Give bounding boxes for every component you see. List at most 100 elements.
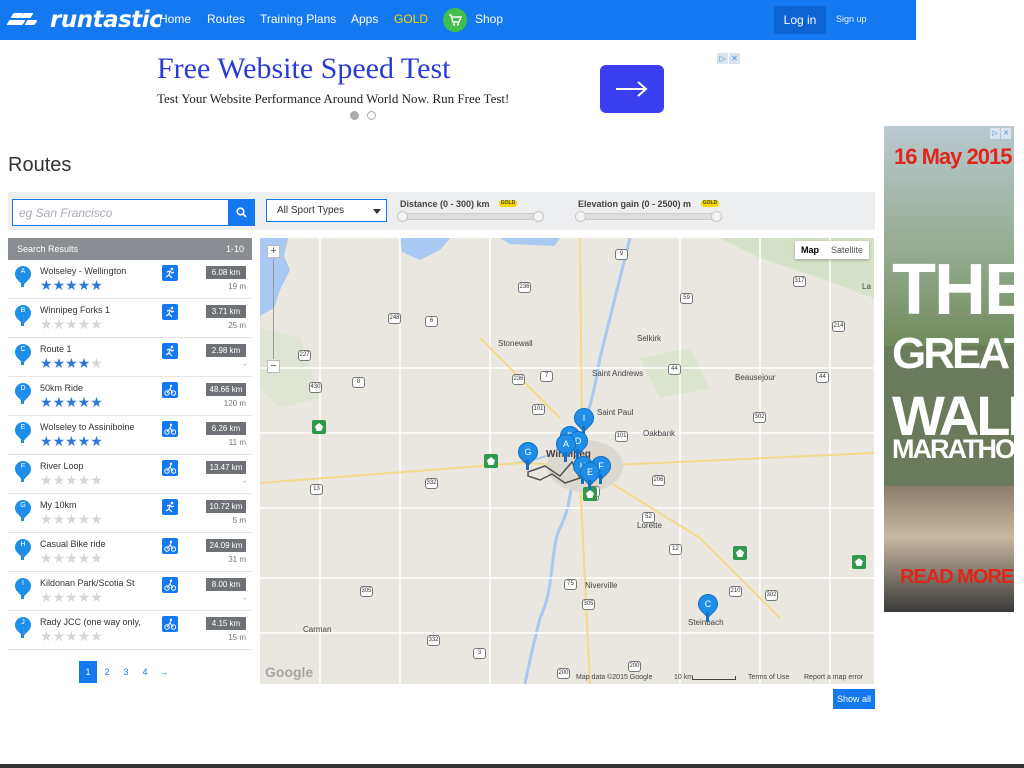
map-pin-tail [21, 320, 24, 326]
route-row[interactable]: D 50km Ride ★ ★ ★ ★ ★ 48.66 km 120 m [8, 377, 252, 416]
star-icon: ★ [90, 316, 103, 332]
nav-training-plans[interactable]: Training Plans [260, 12, 336, 26]
route-row[interactable]: H Casual Bike ride ★ ★ ★ ★ ★ 24.09 km 31 m [8, 533, 252, 572]
signup-link[interactable]: Sign up [836, 14, 867, 24]
sport-type-select[interactable]: All Sport Types [266, 199, 387, 222]
nav-shop[interactable]: Shop [475, 12, 503, 26]
login-button[interactable]: Log in [774, 6, 826, 34]
nav-gold[interactable]: GOLD [394, 12, 428, 26]
carousel-dot[interactable] [367, 111, 376, 120]
ad-arrow-button[interactable] [600, 65, 664, 113]
zoom-out-button[interactable]: − [267, 360, 280, 373]
side-ad-banner[interactable]: 16 May 2015 THE GREAT WALL MARATHON READ… [884, 126, 1014, 612]
ad-subtitle[interactable]: Test Your Website Performance Around Wor… [157, 91, 509, 107]
route-distance: 2.98 km [206, 344, 246, 357]
star-icon: ★ [90, 355, 103, 371]
zoom-in-button[interactable]: + [267, 245, 280, 258]
route-elevation: 5 m [232, 516, 246, 525]
ad-title[interactable]: Free Website Speed Test [157, 52, 450, 86]
page-2[interactable]: 2 [98, 661, 116, 683]
star-icon: ★ [52, 355, 66, 371]
route-row[interactable]: I Kildonan Park/Scotia St ★ ★ ★ ★ ★ 8.00 km - [8, 572, 252, 611]
map-type-map[interactable]: Map [795, 241, 825, 259]
route-name[interactable]: My 10km [40, 500, 77, 510]
runtastic-logo[interactable]: runtastic [6, 7, 163, 33]
route-name[interactable]: Rady JCC (one way only, [40, 617, 141, 627]
show-all-button[interactable]: Show all [833, 689, 875, 709]
terms-link[interactable]: Terms of Use [748, 674, 789, 681]
page-next[interactable]: → [155, 661, 173, 683]
map-pin-tail [21, 554, 24, 560]
star-icon: ★ [65, 511, 78, 527]
carousel-dot[interactable] [350, 111, 359, 120]
zoom-rail[interactable] [273, 259, 274, 359]
route-name[interactable]: 50km Ride [40, 383, 83, 393]
route-elevation: 19 m [228, 282, 246, 291]
slider-handle-max[interactable] [711, 211, 722, 222]
results-header: Search Results 1-10 [8, 238, 252, 260]
route-name[interactable]: Route 1 [40, 344, 72, 354]
map-pin-tail [21, 515, 24, 521]
road-shield: 210 [729, 586, 742, 597]
cycling-icon [162, 460, 178, 476]
route-row[interactable]: E Wolseley to Assiniboine ★ ★ ★ ★ ★ 6.26 km 11 m [8, 416, 252, 455]
search-input[interactable] [13, 200, 228, 225]
route-name[interactable]: Wolseley to Assiniboine [40, 422, 134, 432]
page-1[interactable]: 1 [79, 661, 97, 683]
nav-home[interactable]: Home [159, 12, 191, 26]
ad-choices[interactable]: ▷ ✕ [990, 128, 1012, 139]
map-footer: Map data ©2015 Google 10 km Terms of Use… [260, 670, 874, 684]
route-name[interactable]: River Loop [40, 461, 84, 471]
star-icon: ★ [90, 472, 103, 488]
route-row[interactable]: B Winnipeg Forks 1 ★ ★ ★ ★ ★ 3.71 km 25 m [8, 299, 252, 338]
map-scale-bar [692, 676, 736, 680]
star-icon: ★ [90, 511, 103, 527]
route-name[interactable]: Kildonan Park/Scotia St [40, 578, 135, 588]
footer-edge [0, 764, 1024, 768]
star-icon: ★ [52, 277, 66, 293]
route-name[interactable]: Wolseley - Wellington [40, 266, 126, 276]
star-icon: ★ [65, 589, 78, 605]
slider-handle-min[interactable] [397, 211, 408, 222]
slider-handle-max[interactable] [533, 211, 544, 222]
road-shield: 302 [765, 590, 778, 601]
ad-choices[interactable]: ▷ ✕ [717, 53, 741, 64]
elevation-slider[interactable] [575, 211, 722, 222]
shopping-cart-icon[interactable] [443, 8, 467, 32]
star-icon: ★ [77, 394, 91, 410]
route-row[interactable]: G My 10km ★ ★ ★ ★ ★ 10.72 km 5 m [8, 494, 252, 533]
ad-read-more[interactable]: READ MORE [900, 566, 1014, 589]
route-row[interactable]: F River Loop ★ ★ ★ ★ ★ 13.47 km - [8, 455, 252, 494]
route-name[interactable]: Casual Bike ride [40, 539, 106, 549]
route-elevation: - [243, 594, 246, 603]
road-shield: 101 [532, 404, 545, 415]
road-shield: 227 [298, 350, 311, 361]
route-row[interactable]: J Rady JCC (one way only, ★ ★ ★ ★ ★ 4.15 km 15 m [8, 611, 252, 650]
star-icon: ★ [52, 394, 66, 410]
page-4[interactable]: 4 [136, 661, 154, 683]
pagination: 1 2 3 4 → [79, 661, 173, 683]
distance-slider[interactable] [397, 211, 544, 222]
route-map[interactable]: Stonewall Selkirk Saint Andrews Beausejo… [260, 238, 874, 684]
road-shield: 13 [310, 484, 323, 495]
route-name[interactable]: Winnipeg Forks 1 [40, 305, 110, 315]
nav-apps[interactable]: Apps [351, 12, 378, 26]
route-row[interactable]: C Route 1 ★ ★ ★ ★ ★ 2.98 km - [8, 338, 252, 377]
elevation-label: Elevation gain (0 - 2500) m [578, 199, 692, 209]
route-row[interactable]: A Wolseley - Wellington ★ ★ ★ ★ ★ 6.08 km 19 m [8, 260, 252, 299]
search-button[interactable] [228, 200, 254, 225]
star-icon: ★ [40, 550, 53, 566]
nav-routes[interactable]: Routes [207, 12, 245, 26]
route-elevation: 11 m [228, 438, 246, 447]
ad-date: 16 May 2015 [894, 144, 1012, 169]
slider-handle-min[interactable] [575, 211, 586, 222]
cycling-icon [162, 538, 178, 554]
report-error-link[interactable]: Report a map error [804, 674, 863, 681]
results-header-label: Search Results [17, 244, 79, 254]
map-marker-letter: E [586, 467, 593, 477]
map-label: Beausejour [735, 373, 776, 382]
page-3[interactable]: 3 [117, 661, 135, 683]
route-elevation: 31 m [228, 555, 246, 564]
star-icon: ★ [77, 316, 91, 332]
map-type-satellite[interactable]: Satellite [825, 241, 869, 259]
